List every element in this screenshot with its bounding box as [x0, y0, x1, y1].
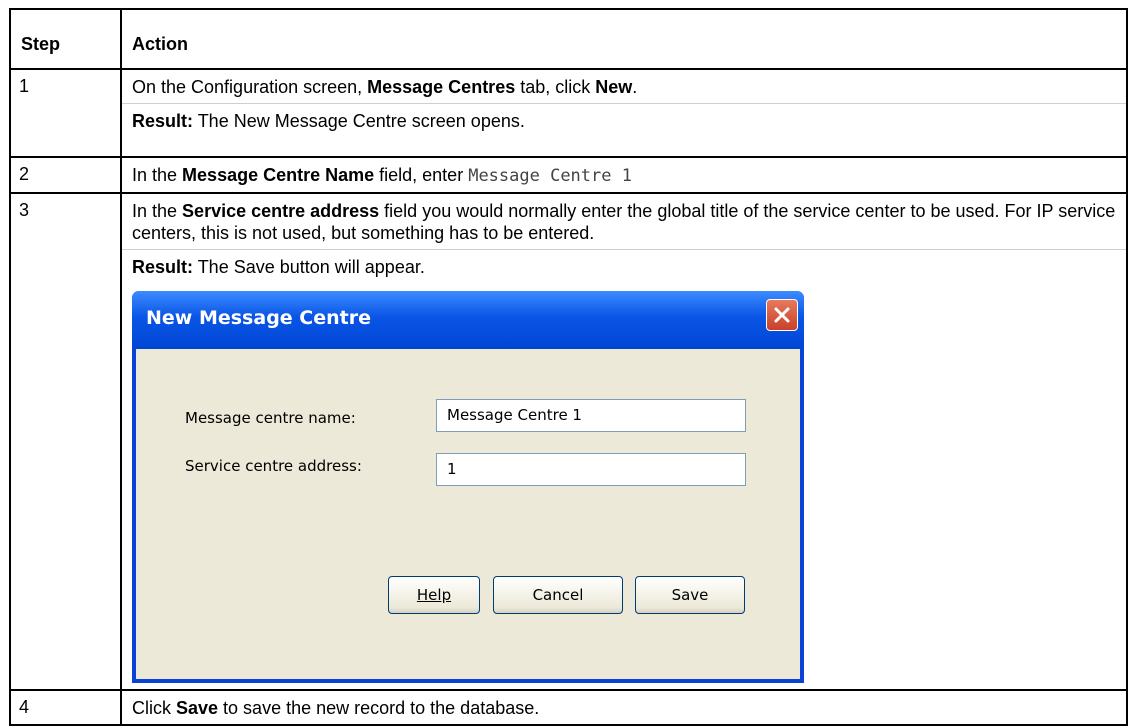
step-number: 2 [9, 156, 122, 194]
save-button[interactable]: Save [635, 576, 745, 614]
action-cell: On the Configuration screen, Message Cen… [120, 68, 1128, 158]
name-label: Message centre name: [185, 409, 356, 427]
ui-term: Service centre address [182, 201, 380, 221]
help-button[interactable]: Help [388, 576, 480, 614]
service-centre-address-input[interactable]: 1 [436, 453, 746, 486]
text-span: The Save button will appear. [193, 257, 425, 277]
text-span: field, enter [374, 165, 469, 185]
address-label: Service centre address: [185, 457, 362, 475]
result-text: Result: The Save button will appear. [122, 249, 1126, 283]
procedure-table: Step Action 1 On the Configuration scree… [9, 8, 1128, 726]
text-span: Click [132, 698, 176, 718]
text-span: On the Configuration screen, [132, 77, 368, 97]
save-label: Save [671, 586, 709, 604]
table-row: 4 Click Save to save the new record to t… [9, 689, 1128, 726]
dialog-titlebar: New Message Centre [132, 291, 804, 349]
close-icon [774, 307, 790, 323]
help-label: Help [416, 586, 452, 604]
table-row: 2 In the Message Centre Name field, ente… [9, 156, 1128, 194]
ui-term: New [595, 77, 633, 97]
action-cell: In the Service centre address field you … [120, 192, 1128, 691]
action-cell: Click Save to save the new record to the… [120, 689, 1128, 726]
text-span: In the [132, 165, 183, 185]
cancel-button[interactable]: Cancel [493, 576, 623, 614]
result-label: Result: [132, 111, 194, 131]
text-span: The New Message Centre screen opens. [193, 111, 525, 131]
message-centre-name-input[interactable]: Message Centre 1 [436, 399, 746, 432]
ui-term: Message Centres [367, 77, 516, 97]
text-span: . [632, 77, 638, 97]
header-action: Action [120, 8, 1128, 70]
ui-term: Save [176, 698, 219, 718]
dialog-body: Message centre name: Message Centre 1 Se… [136, 349, 800, 679]
table-row: 3 In the Service centre address field yo… [9, 192, 1128, 691]
code-text: Message Centre 1 [468, 166, 632, 186]
result-text: Result: The New Message Centre screen op… [122, 103, 1126, 137]
step-number: 1 [9, 68, 122, 158]
close-button[interactable] [766, 299, 798, 331]
action-text: Click Save to save the new record to the… [122, 691, 1126, 724]
action-text: In the Service centre address field you … [122, 194, 1126, 249]
result-label: Result: [132, 257, 194, 277]
table-row: 1 On the Configuration screen, Message C… [9, 68, 1128, 158]
text-span: tab, click [515, 77, 596, 97]
dialog-title: New Message Centre [146, 307, 371, 329]
step-number: 3 [9, 192, 122, 691]
action-text: In the Message Centre Name field, enter … [122, 158, 1126, 192]
table-header-row: Step Action [9, 8, 1128, 70]
text-span: to save the new record to the database. [218, 698, 540, 718]
action-cell: In the Message Centre Name field, enter … [120, 156, 1128, 194]
action-text: On the Configuration screen, Message Cen… [122, 70, 1126, 103]
text-span: In the [132, 201, 183, 221]
header-step: Step [9, 8, 122, 70]
step-number: 4 [9, 689, 122, 726]
new-message-centre-dialog: New Message Centre Message centre name: … [132, 291, 804, 683]
ui-term: Message Centre Name [182, 165, 375, 185]
